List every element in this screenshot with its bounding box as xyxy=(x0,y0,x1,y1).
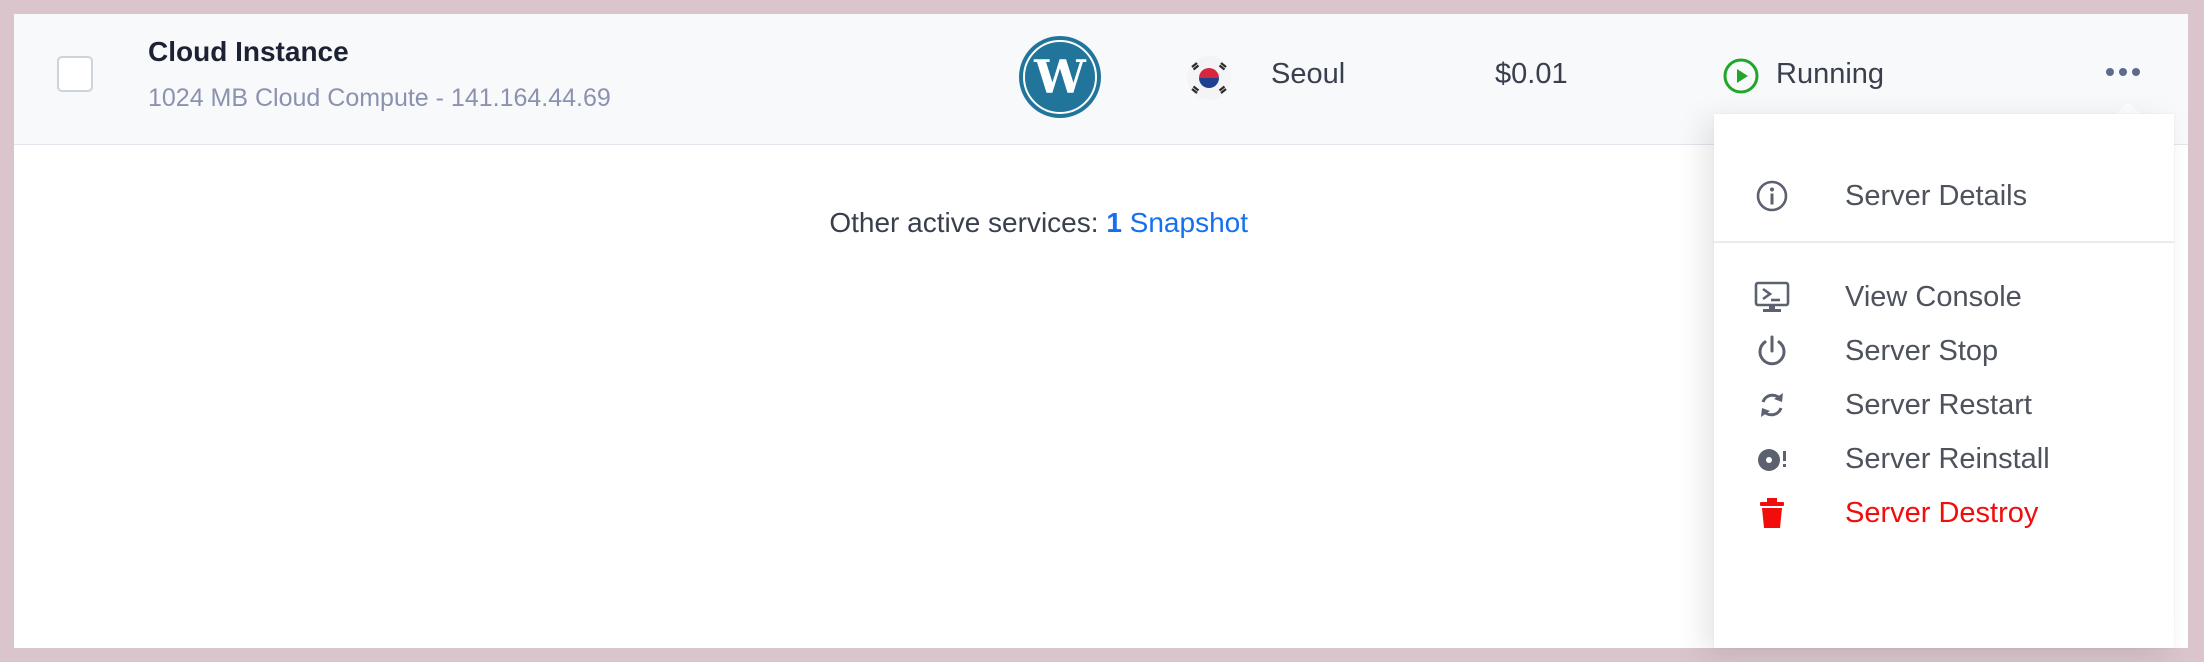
menu-item-label: Server Reinstall xyxy=(1845,443,2050,475)
menu-item-server-restart[interactable]: Server Restart xyxy=(1714,378,2174,432)
snapshot-link[interactable]: Snapshot xyxy=(1130,207,1248,238)
more-options-icon[interactable] xyxy=(2098,60,2148,84)
menu-item-server-stop[interactable]: Server Stop xyxy=(1714,324,2174,378)
instance-subtitle: 1024 MB Cloud Compute - 141.164.44.69 xyxy=(148,84,611,112)
status-label: Running xyxy=(1776,58,1885,90)
info-icon xyxy=(1756,180,1788,212)
price-label: $0.01 xyxy=(1495,58,1568,90)
select-checkbox[interactable] xyxy=(57,56,93,92)
play-circle-icon xyxy=(1723,58,1759,94)
menu-item-server-reinstall[interactable]: Server Reinstall xyxy=(1714,432,2174,486)
menu-item-server-details[interactable]: Server Details xyxy=(1714,169,2174,223)
instance-title: Cloud Instance xyxy=(148,36,349,67)
menu-item-view-console[interactable]: View Console xyxy=(1714,270,2174,324)
services-prefix: Other active services: xyxy=(829,207,1099,238)
server-actions-menu: Server Details View Console Server Stop … xyxy=(1714,114,2174,648)
south-korea-flag-icon xyxy=(1187,56,1231,100)
menu-item-label: Server Details xyxy=(1845,180,2028,212)
menu-item-label: Server Stop xyxy=(1845,335,1999,367)
reinstall-icon xyxy=(1758,449,1786,471)
wordpress-icon: W xyxy=(1019,36,1101,118)
location-label: Seoul xyxy=(1271,58,1346,90)
menu-item-server-destroy[interactable]: Server Destroy xyxy=(1714,486,2174,540)
services-count: 1 xyxy=(1106,207,1122,238)
power-icon xyxy=(1758,335,1786,366)
other-services: Other active services: 1 Snapshot xyxy=(14,207,1248,239)
trash-icon xyxy=(1760,498,1784,528)
menu-item-label: View Console xyxy=(1845,281,2022,313)
menu-item-label: Server Destroy xyxy=(1845,497,2039,529)
menu-item-label: Server Restart xyxy=(1845,389,2032,421)
svg-text:W: W xyxy=(1033,50,1087,104)
menu-divider xyxy=(1714,241,2174,243)
restart-icon xyxy=(1761,393,1783,417)
console-icon xyxy=(1754,281,1790,312)
